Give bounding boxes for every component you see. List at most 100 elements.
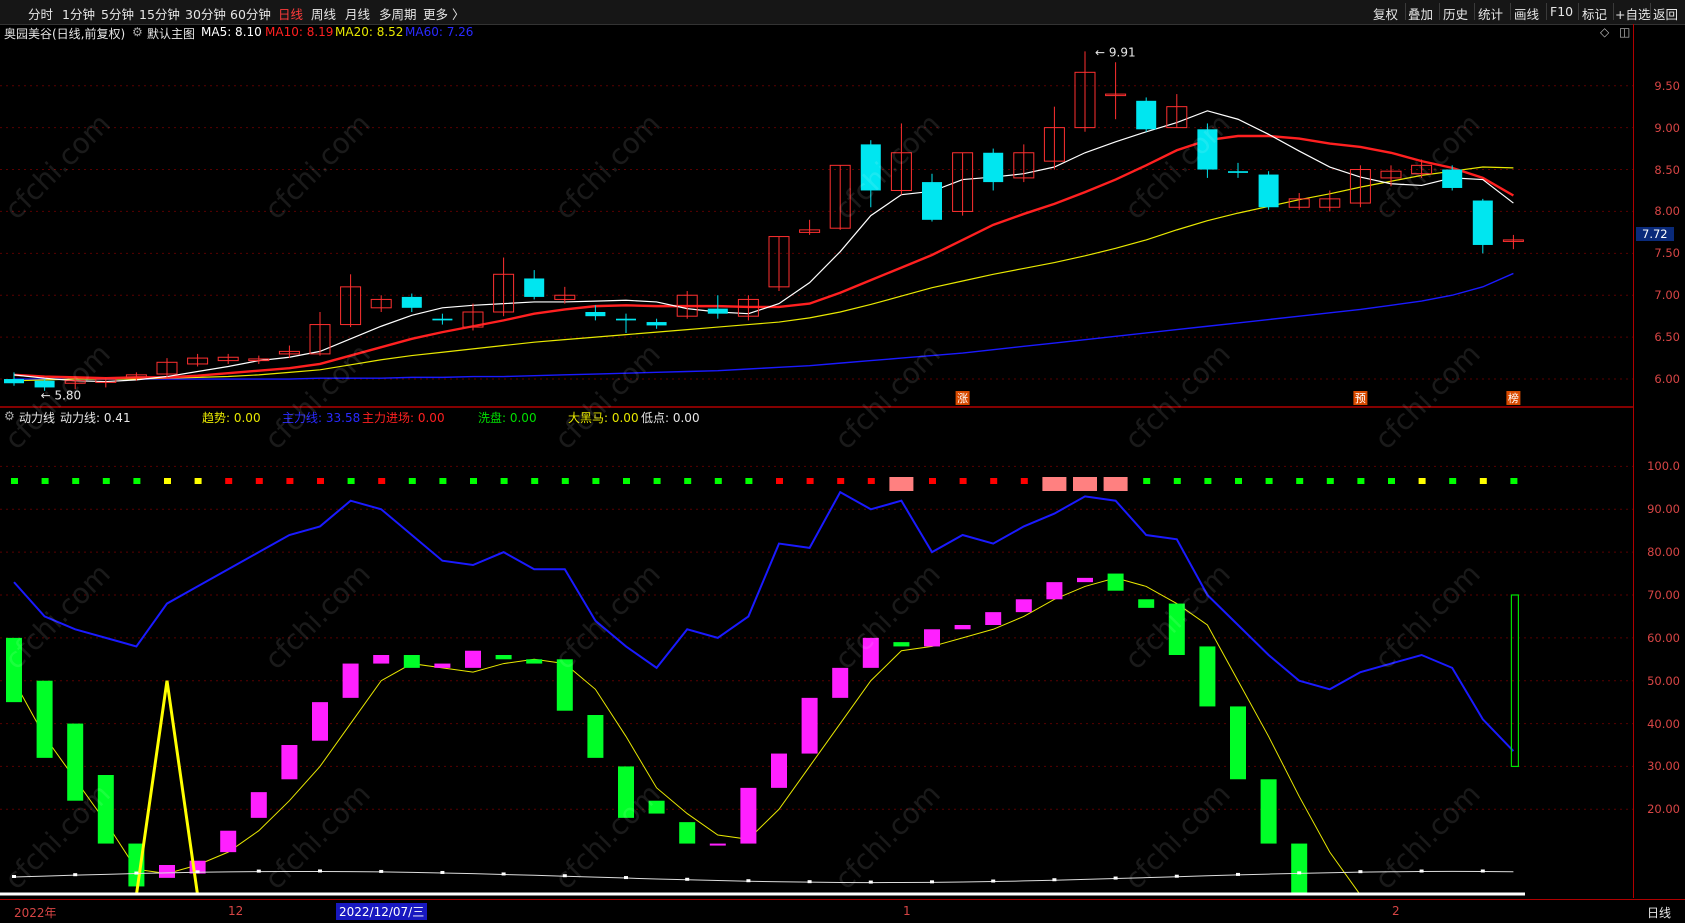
candle-down: [1197, 129, 1218, 170]
price-tick-label: 7.50: [1654, 246, 1680, 261]
price-tick-label: 9.00: [1654, 120, 1680, 135]
indicator-tick-label: 20.00: [1647, 802, 1680, 817]
signal-square: [1143, 478, 1151, 484]
signal-square: [255, 478, 263, 484]
window-icon[interactable]: ◫: [1619, 25, 1630, 39]
candle-down: [432, 318, 453, 321]
candle-down: [1228, 171, 1248, 173]
period-15min-button[interactable]: 15分钟: [139, 4, 180, 23]
adjust-button[interactable]: 复权: [1373, 4, 1398, 23]
candle-down: [1442, 169, 1463, 188]
diamond-icon[interactable]: ◇: [1600, 25, 1609, 39]
baseline-dot: [868, 880, 873, 884]
signal-square: [41, 478, 49, 484]
signal-square: [745, 478, 753, 484]
signal-square: [776, 478, 783, 484]
power-bar: [434, 663, 451, 668]
power-bar: [97, 775, 114, 844]
signal-square: [286, 478, 294, 484]
toolbar-divider: [1510, 3, 1511, 20]
signal-block: [1073, 477, 1097, 491]
indicator-tick-label: 40.00: [1647, 716, 1680, 731]
baseline-dot: [1236, 872, 1240, 876]
baseline-dot: [807, 880, 812, 884]
power-bar: [6, 637, 22, 703]
period-intraday-button[interactable]: 分时: [28, 4, 53, 23]
signal-square: [194, 478, 202, 484]
current-price-label: 7.72: [1636, 226, 1674, 241]
price-tick-label: 8.50: [1654, 162, 1680, 177]
template-name[interactable]: 默认主图: [147, 25, 195, 42]
period-monthly-button[interactable]: 月线: [345, 4, 370, 23]
baseline-dot: [134, 871, 139, 875]
power-bar: [36, 680, 53, 758]
power-bar: [312, 702, 328, 741]
back-button[interactable]: 返回: [1653, 4, 1678, 23]
baseline-dot: [930, 880, 934, 884]
period-5min-button[interactable]: 5分钟: [101, 4, 134, 23]
chart-canvas[interactable]: ← 9.91 ← 5.80 涨 预 榜: [0, 0, 1685, 922]
history-button[interactable]: 历史: [1443, 4, 1468, 23]
price-tick-label: 9.50: [1654, 78, 1680, 93]
power-bar: [832, 667, 849, 698]
indicator-gear-icon[interactable]: ⚙: [4, 409, 15, 423]
power-bar: [1107, 573, 1124, 591]
date-label: 2022年: [14, 906, 57, 920]
trend-value: 趋势: 0.00: [202, 411, 261, 425]
baseline-dot: [562, 874, 567, 878]
power-bar: [709, 843, 726, 846]
ma20-line: [13, 166, 1514, 382]
period-indicator[interactable]: 日线: [1647, 904, 1671, 921]
power-bar: [1291, 843, 1308, 895]
power-bar: [1199, 646, 1216, 707]
toolbar-divider: [1578, 3, 1579, 20]
period-weekly-button[interactable]: 周线: [311, 4, 336, 23]
statistics-button[interactable]: 统计: [1478, 4, 1503, 23]
ma60-line: [14, 272, 1514, 380]
baseline-dot: [685, 877, 690, 881]
baseline-dot: [440, 870, 445, 874]
period-30min-button[interactable]: 30分钟: [185, 4, 226, 23]
baseline-dot: [73, 873, 78, 877]
settings-gear-icon[interactable]: ⚙: [132, 25, 143, 39]
more-periods-button[interactable]: 更多 〉: [423, 4, 464, 23]
signal-square: [684, 478, 692, 484]
indicator-tick-label: 60.00: [1647, 630, 1680, 645]
add-watchlist-button[interactable]: +自选: [1615, 4, 1650, 23]
signal-square: [1479, 478, 1487, 484]
indicator-tick-label: 90.00: [1647, 502, 1680, 517]
ma5-label: MA5: 8.10: [201, 25, 262, 39]
signal-square: [378, 478, 386, 484]
stock-title: 奥园美谷(日线,前复权): [4, 27, 126, 41]
event-marker-label: 涨: [957, 392, 968, 405]
period-60min-button[interactable]: 60分钟: [230, 4, 271, 23]
period-daily-button[interactable]: 日线: [278, 4, 303, 23]
signal-square: [1510, 478, 1518, 484]
power-bar: [159, 865, 175, 878]
signal-square: [1296, 478, 1304, 484]
period-multi-button[interactable]: 多周期: [379, 4, 417, 23]
power-bar: [373, 655, 390, 664]
power-bar: [403, 655, 420, 668]
baseline-dot: [1480, 869, 1485, 873]
date-axis: 2022年 12 2022/12/07/三 1 2 日线: [0, 899, 1685, 923]
signal-square: [990, 478, 998, 484]
power-bar: [618, 766, 634, 818]
draw-button[interactable]: 画线: [1514, 4, 1539, 23]
f10-button[interactable]: F10: [1550, 4, 1573, 19]
mark-button[interactable]: 标记: [1582, 4, 1607, 23]
signal-square: [1020, 478, 1028, 484]
signal-square: [531, 478, 539, 484]
price-tick-label: 7.00: [1654, 288, 1680, 303]
period-1min-button[interactable]: 1分钟: [62, 4, 95, 23]
candle-down: [1258, 174, 1279, 208]
signal-square: [1449, 478, 1457, 484]
overlay-button[interactable]: 叠加: [1408, 4, 1433, 23]
baseline-dot: [12, 875, 16, 878]
baseline-dot: [624, 876, 628, 880]
power-bar: [250, 792, 267, 818]
price-tick-label: 6.00: [1654, 372, 1680, 387]
signal-square: [867, 478, 875, 484]
signal-square: [500, 478, 508, 484]
indicator-name[interactable]: 动力线: [19, 409, 55, 426]
